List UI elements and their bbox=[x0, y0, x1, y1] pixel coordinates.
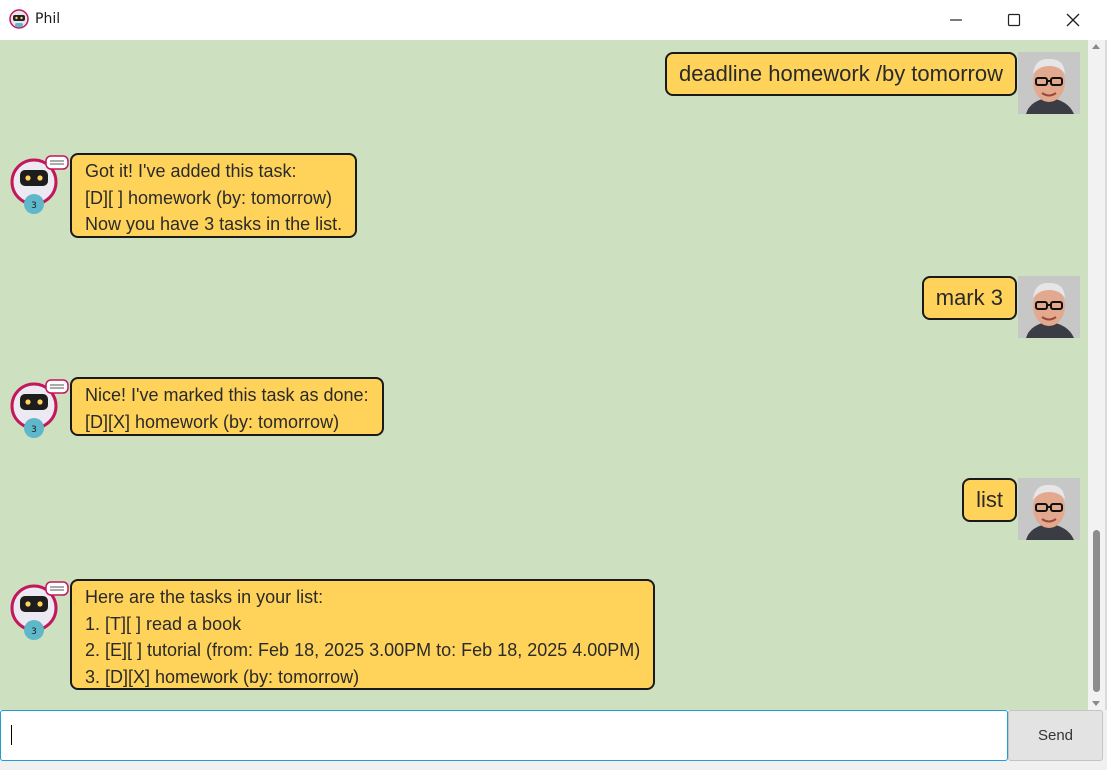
bot-message-line: Nice! I've marked this task as done: bbox=[85, 385, 369, 405]
user-message-text: mark 3 bbox=[935, 285, 1003, 310]
bot-message-line: Here are the tasks in your list: bbox=[85, 587, 324, 607]
svg-text:3: 3 bbox=[31, 201, 37, 211]
user-message-bubble: mark 3 bbox=[921, 276, 1017, 320]
app-robot-icon bbox=[9, 9, 29, 29]
scroll-down-arrow-icon[interactable] bbox=[1092, 701, 1100, 706]
bot-avatar: 3 bbox=[6, 578, 70, 642]
scrollbar-thumb[interactable] bbox=[1093, 530, 1100, 692]
title-bar: Phil bbox=[0, 0, 1107, 41]
text-caret bbox=[11, 725, 12, 745]
user-avatar bbox=[1018, 52, 1080, 114]
minimize-icon bbox=[949, 13, 963, 27]
user-avatar bbox=[1018, 478, 1080, 540]
window-title: Phil bbox=[35, 11, 61, 27]
bot-message-line: [D][X] homework (by: tomorrow) bbox=[85, 411, 340, 432]
maximize-icon bbox=[1007, 13, 1021, 27]
bot-message-bubble: Here are the tasks in your list: 1. [T][… bbox=[70, 579, 656, 690]
user-message-text: deadline homework /by tomorrow bbox=[678, 61, 1003, 86]
scroll-up-arrow-icon[interactable] bbox=[1092, 44, 1100, 49]
minimize-button[interactable] bbox=[927, 0, 985, 40]
close-icon bbox=[1066, 13, 1080, 27]
bot-message-line: [D][ ] homework (by: tomorrow) bbox=[85, 187, 333, 208]
bot-message-line: 1. [T][ ] read a book bbox=[85, 613, 242, 634]
bot-avatar: 3 bbox=[6, 376, 70, 440]
bot-message-line: Now you have 3 tasks in the list. bbox=[85, 214, 343, 234]
bot-message-line: 3. [D][X] homework (by: tomorrow) bbox=[85, 666, 360, 687]
bot-message-bubble: Got it! I've added this task: [D][ ] hom… bbox=[70, 153, 358, 238]
input-bar: Send bbox=[0, 710, 1107, 770]
send-button[interactable]: Send bbox=[1008, 710, 1103, 761]
bot-message-line: Got it! I've added this task: bbox=[85, 161, 297, 181]
maximize-button[interactable] bbox=[985, 0, 1043, 40]
message-input[interactable] bbox=[0, 710, 1008, 761]
user-message-bubble: deadline homework /by tomorrow bbox=[664, 52, 1017, 96]
bot-message-bubble: Nice! I've marked this task as done: [D]… bbox=[70, 377, 384, 436]
chat-dialog-area[interactable]: deadline homework /by tomorrow 3 Got it!… bbox=[0, 40, 1088, 710]
bot-avatar: 3 bbox=[6, 152, 70, 216]
bot-message-line: 2. [E][ ] tutorial (from: Feb 18, 2025 3… bbox=[85, 640, 641, 660]
chat-scrollbar[interactable] bbox=[1088, 40, 1105, 710]
user-avatar bbox=[1018, 276, 1080, 338]
svg-text:3: 3 bbox=[31, 425, 37, 435]
close-button[interactable] bbox=[1044, 0, 1102, 40]
user-message-text: list bbox=[976, 487, 1003, 512]
svg-text:3: 3 bbox=[31, 627, 37, 637]
user-message-bubble: list bbox=[962, 478, 1017, 522]
